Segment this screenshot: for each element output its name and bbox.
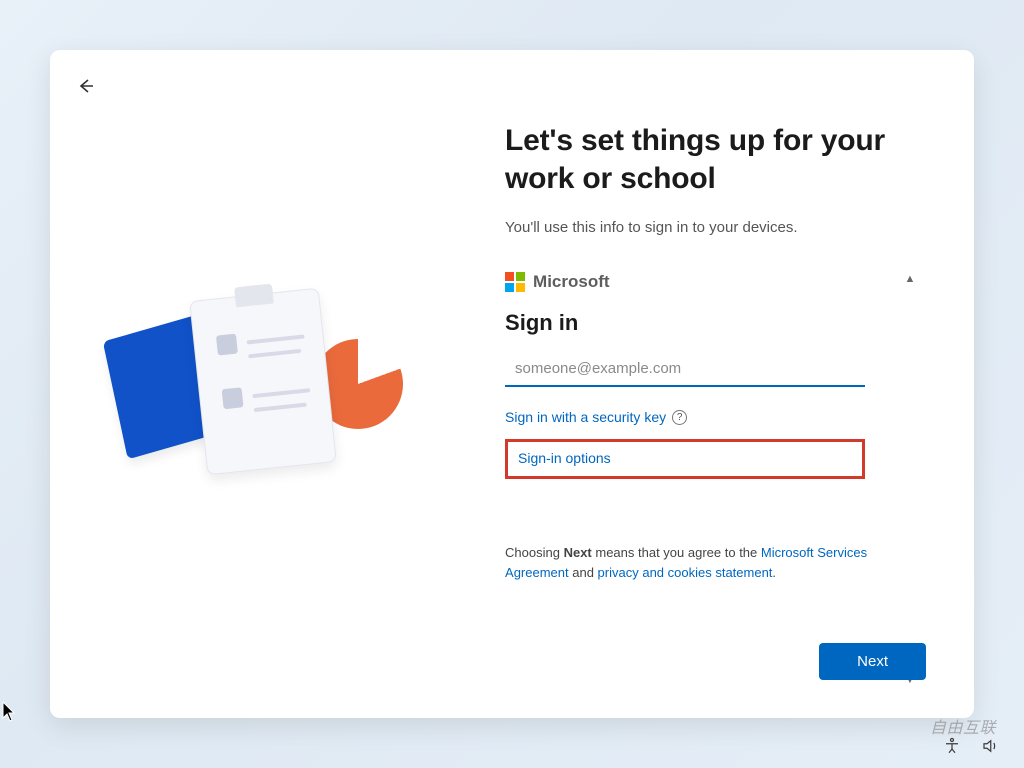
back-button[interactable] [72, 72, 100, 100]
system-tray [942, 736, 1000, 756]
agreement-middle: means that you agree to the [592, 545, 761, 560]
scroll-up-icon[interactable]: ▲ [905, 272, 916, 287]
vertical-scrollbar[interactable]: ▲ ▼ [902, 272, 918, 688]
agreement-joiner: and [569, 565, 598, 580]
privacy-statement-link[interactable]: privacy and cookies statement [598, 565, 773, 580]
agreement-suffix: . [772, 565, 776, 580]
work-school-illustration [113, 284, 413, 484]
microsoft-label: Microsoft [533, 272, 610, 292]
signin-options-link[interactable]: Sign-in options [518, 450, 611, 466]
signin-heading: Sign in [505, 310, 898, 336]
volume-icon[interactable] [980, 736, 1000, 756]
content-pane: Let's set things up for your work or sch… [475, 50, 974, 718]
microsoft-logo-icon [505, 272, 525, 292]
security-key-link[interactable]: Sign in with a security key [505, 409, 666, 425]
clipboard-icon [189, 288, 337, 476]
agreement-text: Choosing Next means that you agree to th… [505, 543, 875, 582]
back-arrow-icon [76, 76, 96, 96]
illustration-pane [50, 50, 475, 718]
email-input[interactable] [505, 354, 865, 387]
agreement-bold: Next [564, 545, 592, 560]
signin-options-highlight: Sign-in options [505, 439, 865, 479]
microsoft-brand: Microsoft [505, 272, 898, 292]
oobe-card: Let's set things up for your work or sch… [50, 50, 974, 718]
page-subtitle: You'll use this info to sign in to your … [505, 219, 918, 236]
next-button[interactable]: Next [819, 643, 926, 680]
page-title: Let's set things up for your work or sch… [505, 122, 918, 197]
signin-scroll-area: Microsoft Sign in Sign in with a securit… [505, 272, 918, 688]
agreement-prefix: Choosing [505, 545, 564, 560]
help-icon[interactable]: ? [672, 410, 687, 425]
accessibility-icon[interactable] [942, 736, 962, 756]
mouse-cursor-icon [2, 702, 16, 722]
